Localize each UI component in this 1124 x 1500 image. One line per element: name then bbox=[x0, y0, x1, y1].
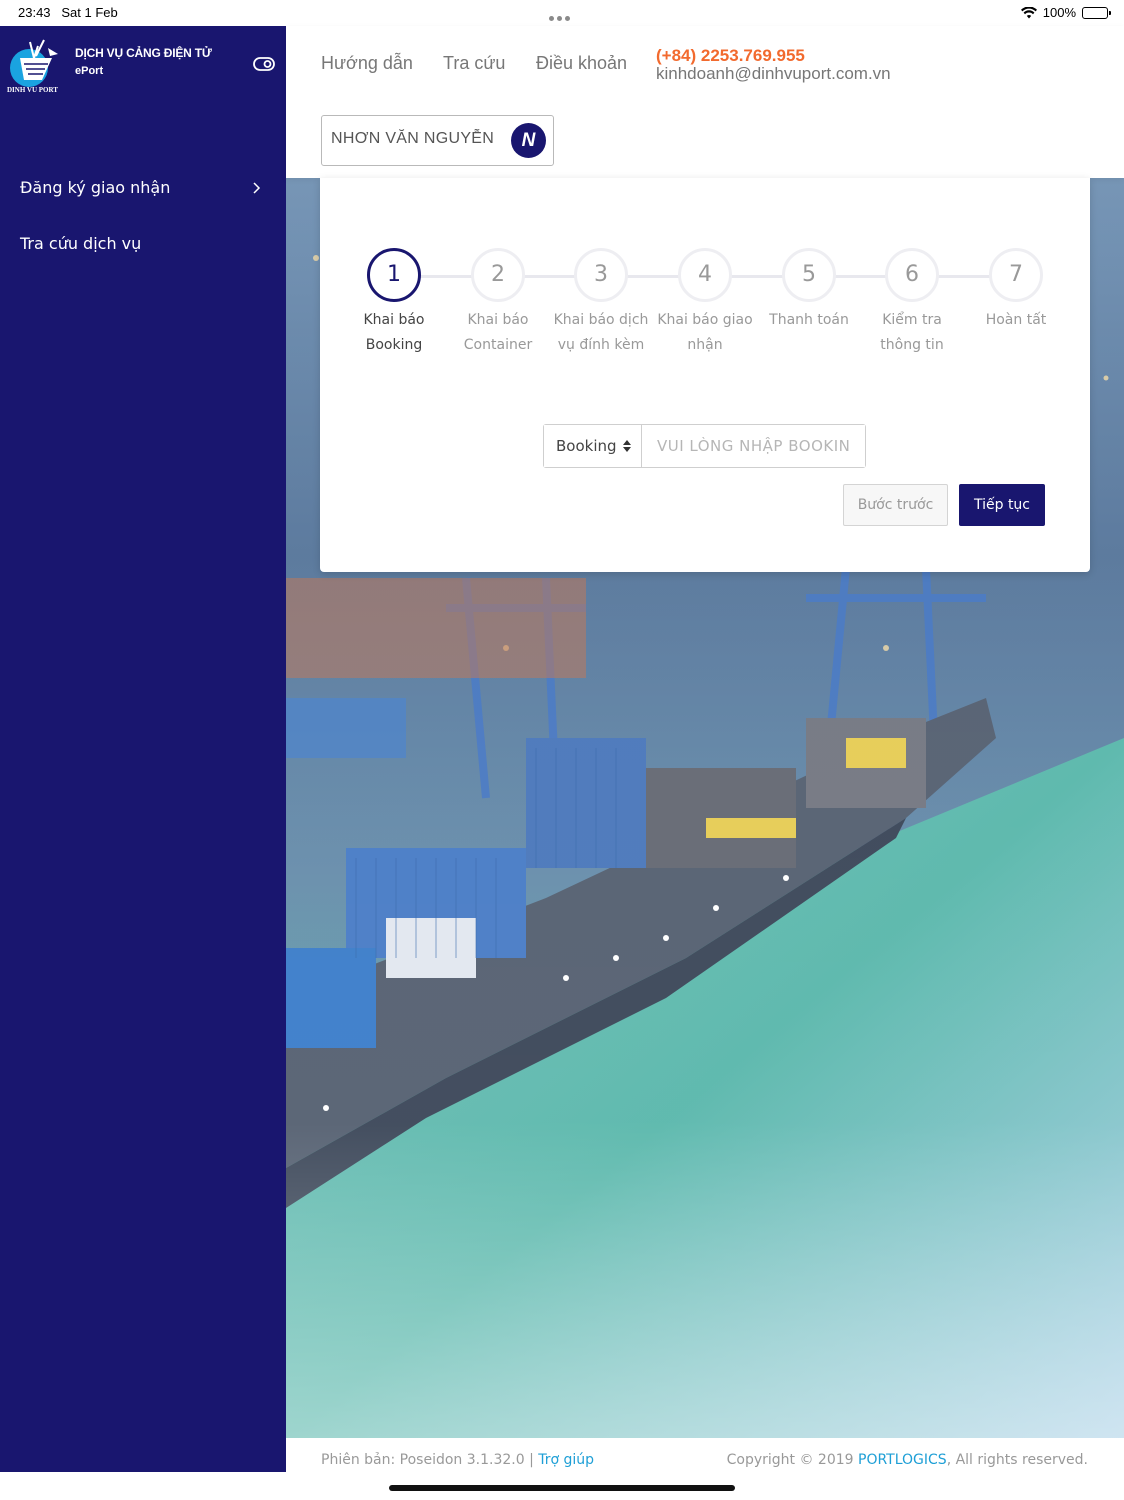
sidebar-item-dang-ky-giao-nhan[interactable]: Đăng ký giao nhận bbox=[0, 172, 286, 228]
logo-text: DINH VU PORT bbox=[7, 86, 58, 94]
step-number: 3 bbox=[574, 248, 628, 302]
step-6[interactable]: 6 Kiểm tra thông tin bbox=[862, 248, 962, 358]
continue-button[interactable]: Tiếp tục bbox=[959, 484, 1045, 526]
step-1[interactable]: 1 Khai báo Booking bbox=[344, 248, 444, 358]
sort-caret-icon bbox=[623, 440, 631, 452]
step-label: Hoàn tất bbox=[985, 312, 1047, 328]
sidebar-toggle-icon[interactable] bbox=[253, 57, 275, 71]
chevron-right-icon bbox=[253, 182, 261, 194]
footer-version: Phiên bản: Poseidon 3.1.32.0 | Trợ giúp bbox=[321, 1452, 595, 1468]
step-2[interactable]: 2 Khai báo Container bbox=[448, 248, 548, 358]
step-label: Khai báo Booking bbox=[363, 312, 425, 353]
booking-wizard-card: 1 Khai báo Booking 2 Khai báo Container … bbox=[320, 178, 1090, 572]
step-label: Khai báo dịch vụ đính kèm bbox=[553, 312, 649, 353]
help-link[interactable]: Trợ giúp bbox=[538, 1452, 594, 1468]
sidebar-item-label: Đăng ký giao nhận bbox=[20, 178, 171, 197]
step-3[interactable]: 3 Khai báo dịch vụ đính kèm bbox=[551, 248, 651, 358]
home-indicator[interactable] bbox=[389, 1485, 735, 1491]
sidebar-item-label: Tra cứu dịch vụ bbox=[20, 234, 142, 253]
nav-huong-dan[interactable]: Hướng dẫn bbox=[321, 53, 413, 74]
step-label: Thanh toán bbox=[769, 312, 849, 328]
brand-subtitle: ePort bbox=[75, 65, 104, 77]
status-time: 23:43 Sat 1 Feb bbox=[18, 5, 118, 20]
step-number: 5 bbox=[782, 248, 836, 302]
step-number: 1 bbox=[367, 248, 421, 302]
footer-copyright: Copyright © 2019 PORTLOGICS, All rights … bbox=[726, 1452, 1088, 1468]
top-header: Hướng dẫn Tra cứu Điều khoản (+84) 2253.… bbox=[286, 26, 1124, 178]
nav-tra-cuu[interactable]: Tra cứu bbox=[443, 53, 505, 74]
portlogics-link[interactable]: PORTLOGICS bbox=[858, 1452, 947, 1468]
battery-icon bbox=[1082, 6, 1111, 19]
sidebar: DINH VU PORT DỊCH VỤ CẢNG ĐIỆN TỬ ePort … bbox=[0, 26, 286, 1472]
step-label: Khai báo giao nhận bbox=[657, 312, 753, 353]
step-number: 7 bbox=[989, 248, 1043, 302]
booking-number-input[interactable] bbox=[642, 425, 865, 467]
multitasking-dots-icon[interactable] bbox=[549, 9, 575, 21]
previous-step-button[interactable]: Bước trước bbox=[843, 484, 948, 526]
step-5[interactable]: 5 Thanh toán bbox=[759, 248, 859, 333]
step-number: 4 bbox=[678, 248, 732, 302]
step-4[interactable]: 4 Khai báo giao nhận bbox=[655, 248, 755, 358]
brand-header[interactable]: DINH VU PORT DỊCH VỤ CẢNG ĐIỆN TỬ ePort bbox=[0, 26, 286, 103]
avatar: N bbox=[511, 123, 546, 158]
status-bar: 23:43 Sat 1 Feb 100% bbox=[0, 0, 1124, 26]
status-right: 100% bbox=[1020, 5, 1111, 20]
user-name: NHƠN VĂN NGUYỄN bbox=[331, 130, 495, 147]
step-number: 2 bbox=[471, 248, 525, 302]
sidebar-menu: Đăng ký giao nhận Tra cứu dịch vụ bbox=[0, 172, 286, 284]
booking-type-select[interactable]: Booking bbox=[544, 425, 642, 467]
sidebar-item-tra-cuu-dich-vu[interactable]: Tra cứu dịch vụ bbox=[0, 228, 286, 284]
user-menu-button[interactable]: NHƠN VĂN NGUYỄN N bbox=[321, 115, 554, 166]
booking-input-group: Booking bbox=[543, 424, 866, 468]
contact-phone[interactable]: (+84) 2253.769.955 bbox=[656, 46, 805, 66]
footer: Phiên bản: Poseidon 3.1.32.0 | Trợ giúp … bbox=[286, 1438, 1124, 1486]
contact-email[interactable]: kinhdoanh@dinhvuport.com.vn bbox=[656, 64, 891, 84]
step-label: Khai báo Container bbox=[463, 312, 533, 353]
wifi-icon bbox=[1020, 6, 1037, 18]
nav-dieu-khoan[interactable]: Điều khoản bbox=[536, 53, 627, 74]
step-number: 6 bbox=[885, 248, 939, 302]
brand-title: DỊCH VỤ CẢNG ĐIỆN TỬ bbox=[75, 46, 212, 60]
step-7[interactable]: 7 Hoàn tất bbox=[966, 248, 1066, 333]
battery-percent: 100% bbox=[1042, 5, 1076, 20]
step-label: Kiểm tra thông tin bbox=[880, 312, 944, 353]
